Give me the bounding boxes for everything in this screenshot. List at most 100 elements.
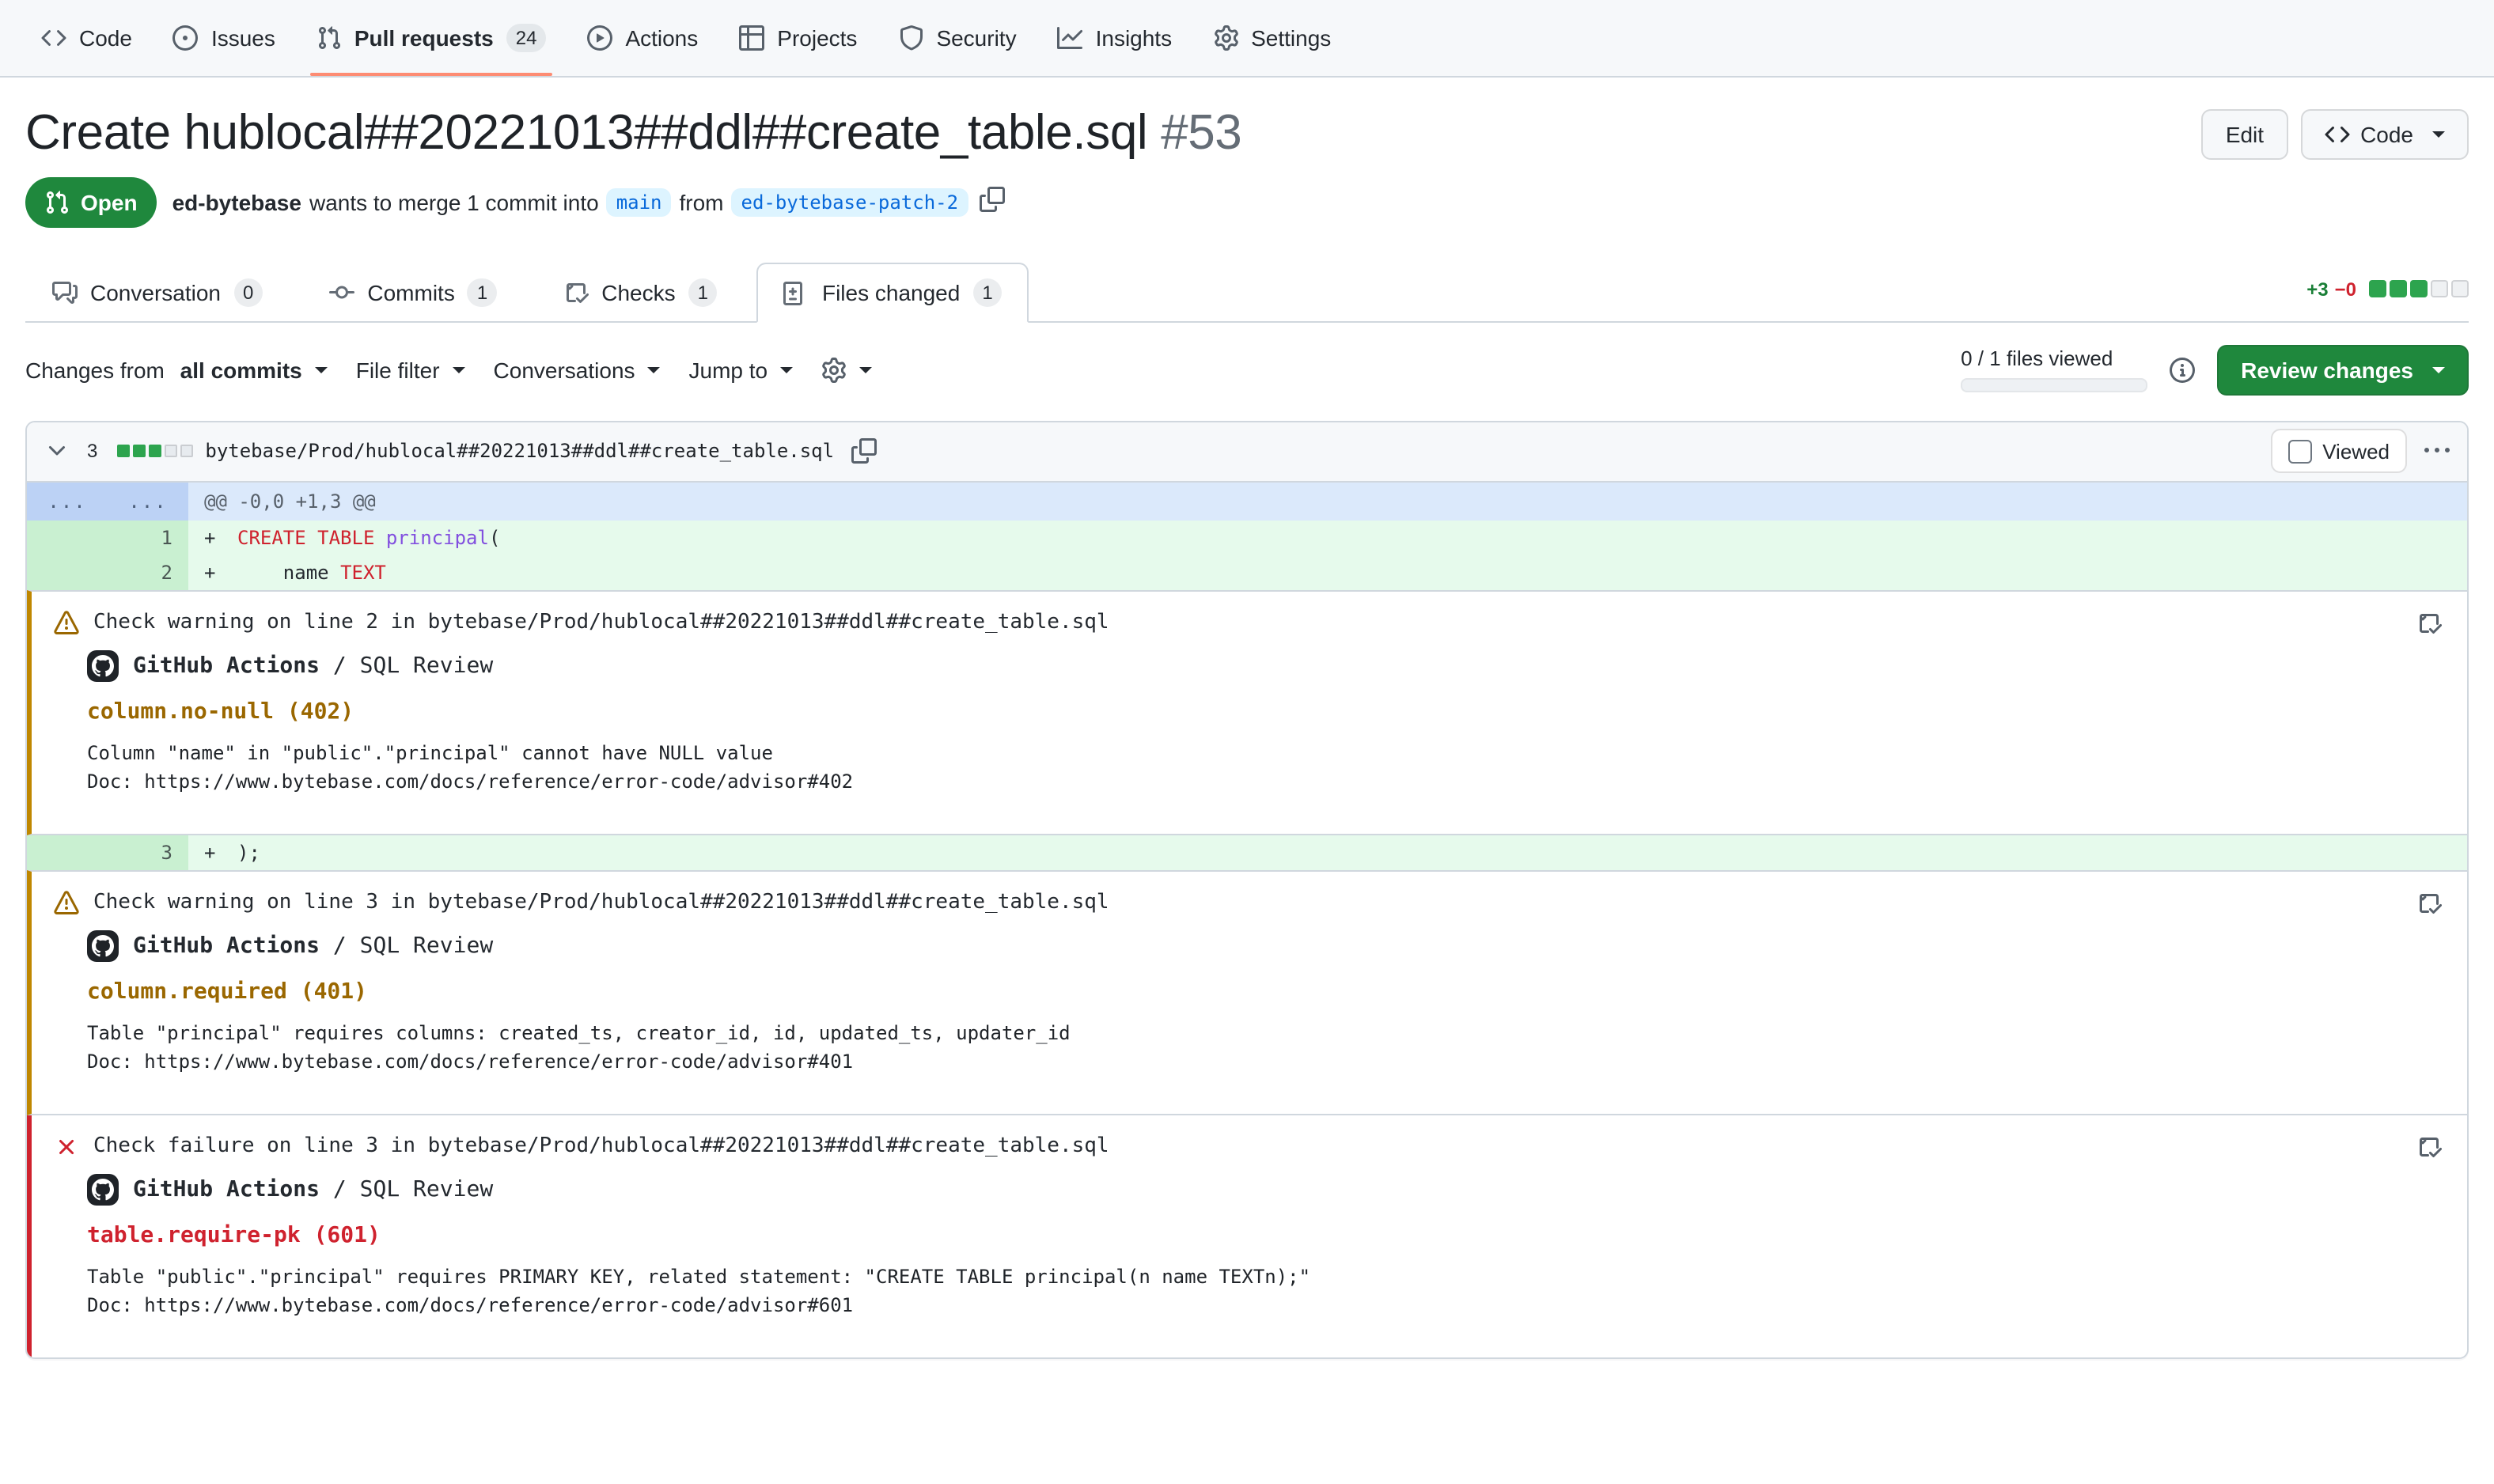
chevron-down-icon <box>2432 367 2445 380</box>
code-token: ( <box>489 527 500 549</box>
head-branch-label[interactable]: ed-bytebase-patch-2 <box>732 188 968 217</box>
pr-number: #53 <box>1161 104 1241 160</box>
nav-item-settings[interactable]: Settings <box>1197 0 1347 76</box>
code-token: ); <box>237 842 260 864</box>
viewed-toggle-button[interactable]: Viewed <box>2270 430 2407 474</box>
tab-checks[interactable]: Checks 1 <box>536 263 745 323</box>
diff-line-code[interactable]: +CREATE TABLE principal( <box>188 521 2467 555</box>
nav-item-pull-requests[interactable]: Pull requests24 <box>301 0 563 76</box>
diff-line-3: 3+); <box>27 835 2467 870</box>
tab-commits[interactable]: Commits1 <box>302 263 524 323</box>
jump-to-dropdown[interactable]: Jump to <box>689 358 794 383</box>
expand-hunk-cell[interactable]: ... <box>27 483 108 521</box>
pr-status-row: Open ed-bytebase wants to merge 1 commit… <box>25 177 2469 234</box>
diff-toolbar-left: Changes from all commits File filter Con… <box>25 358 872 383</box>
annotation-tool-name[interactable]: GitHub Actions / SQL Review <box>133 1177 493 1202</box>
tab-conversation[interactable]: Conversation0 <box>25 263 290 323</box>
review-changes-button[interactable]: Review changes <box>2217 345 2469 396</box>
checklist-icon[interactable] <box>2413 608 2445 639</box>
table-icon <box>739 25 764 51</box>
new-line-number-cell[interactable]: 1 <box>108 521 188 555</box>
base-branch-label[interactable]: main <box>607 188 672 217</box>
new-line-number-cell[interactable]: 3 <box>108 835 188 870</box>
pr-author[interactable]: ed-bytebase <box>172 190 301 215</box>
chevron-down-icon <box>315 367 328 380</box>
annotation-tool-name[interactable]: GitHub Actions / SQL Review <box>133 933 493 959</box>
viewed-checkbox[interactable] <box>2287 440 2311 464</box>
diff-square-added <box>2390 281 2407 298</box>
diff-settings-button[interactable] <box>821 358 872 383</box>
annotation-rule-title: column.no-null (402) <box>87 699 2442 725</box>
merge-description: ed-bytebase wants to merge 1 commit into… <box>172 184 1008 221</box>
copy-path-button[interactable] <box>847 434 881 469</box>
shield-icon <box>898 25 923 51</box>
tab-label: Checks <box>601 280 675 305</box>
edit-button[interactable]: Edit <box>2202 109 2287 160</box>
addition-marker: + <box>204 835 237 870</box>
annotation-title-row: Check warning on line 2 in bytebase/Prod… <box>54 611 2442 636</box>
tab-counter: 1 <box>688 278 718 307</box>
comment-discussion-icon <box>52 280 78 305</box>
nav-item-label: Actions <box>625 25 698 51</box>
file-diff-icon <box>784 280 809 305</box>
nav-item-projects[interactable]: Projects <box>723 0 873 76</box>
annotation-message: Table "public"."principal" requires PRIM… <box>87 1263 2442 1319</box>
repo-nav: CodeIssuesPull requests24 Actions Projects… <box>0 0 2494 78</box>
pr-title: Create hublocal##20221013##ddl##create_t… <box>25 103 2202 165</box>
main-content: Create hublocal##20221013##ddl##create_t… <box>0 78 2494 1359</box>
pr-tabs: Conversation0Commits1 Checks 1 Files change… <box>25 263 2469 321</box>
nav-item-issues[interactable]: Issues <box>157 0 291 76</box>
tab-label: Commits <box>367 280 454 305</box>
files-viewed-progress <box>1961 379 2147 393</box>
play-icon <box>587 25 612 51</box>
file-path-link[interactable]: bytebase/Prod/hublocal##20221013##ddl##c… <box>205 441 834 463</box>
collapse-file-button[interactable] <box>40 434 74 469</box>
diff-line-code[interactable]: +); <box>188 835 2467 870</box>
annotation-message: Column "name" in "public"."principal" ca… <box>87 739 2442 796</box>
annotation-title-row: Check failure on line 3 in bytebase/Prod… <box>54 1134 2442 1160</box>
addition-marker: + <box>204 555 237 590</box>
tab-label: Files changed <box>822 280 960 305</box>
diff-line-1: 1+CREATE TABLE principal( <box>27 521 2467 555</box>
x-icon <box>54 1134 79 1160</box>
nav-item-security[interactable]: Security <box>882 0 1032 76</box>
annotation-tool: GitHub Actions / SQL Review <box>87 1174 2442 1206</box>
code-button[interactable]: Code <box>2300 109 2469 160</box>
checklist-icon[interactable] <box>2413 888 2445 919</box>
new-line-number-cell[interactable]: 2 <box>108 555 188 590</box>
code-icon <box>2324 122 2349 147</box>
nav-item-insights[interactable]: Insights <box>1042 0 1188 76</box>
pr-tabs-bar: Conversation0Commits1 Checks 1 Files change… <box>25 263 2469 323</box>
tab-files-changed[interactable]: Files changed1 <box>757 263 1029 323</box>
old-line-number-cell[interactable] <box>27 555 108 590</box>
annotation-tool-name[interactable]: GitHub Actions / SQL Review <box>133 653 493 679</box>
nav-item-actions[interactable]: Actions <box>571 0 714 76</box>
chevron-down-icon <box>648 367 661 380</box>
tab-counter: 0 <box>233 278 263 307</box>
annotation-rule-title: table.require-pk (601) <box>87 1223 2442 1248</box>
chevron-down-icon <box>780 367 793 380</box>
file-filter-dropdown[interactable]: File filter <box>356 358 465 383</box>
file-diffstat-squares <box>116 445 192 458</box>
chevron-down-icon <box>2432 131 2445 144</box>
nav-item-label: Security <box>936 25 1016 51</box>
diffstat-squares <box>2369 281 2469 298</box>
expand-hunk-cell[interactable]: ... <box>108 483 188 521</box>
diff-line-code[interactable]: + name TEXT <box>188 555 2467 590</box>
diff-square-neutral <box>2431 281 2448 298</box>
nav-item-code[interactable]: Code <box>25 0 148 76</box>
copy-branch-button[interactable] <box>976 184 1007 221</box>
changes-from-dropdown[interactable]: Changes from all commits <box>25 358 328 383</box>
nav-item-label: Settings <box>1251 25 1331 51</box>
info-icon[interactable] <box>2170 358 2195 383</box>
git-pull-request-icon <box>44 190 70 215</box>
issue-icon <box>173 25 199 51</box>
checklist-icon[interactable] <box>2413 1131 2445 1163</box>
annotation-tool: GitHub Actions / SQL Review <box>87 650 2442 682</box>
conversations-dropdown[interactable]: Conversations <box>494 358 661 383</box>
copy-icon <box>851 439 877 464</box>
file-kebab-menu-button[interactable] <box>2420 434 2454 469</box>
check-annotation-failure: Check failure on line 3 in bytebase/Prod… <box>27 1115 2467 1357</box>
old-line-number-cell[interactable] <box>27 835 108 870</box>
old-line-number-cell[interactable] <box>27 521 108 555</box>
